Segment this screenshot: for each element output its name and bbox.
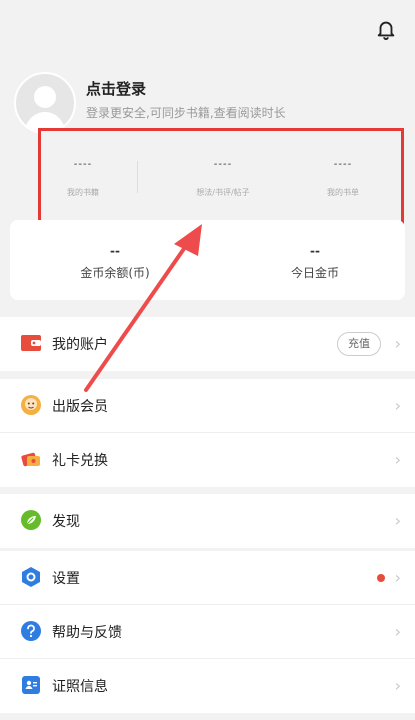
wallet-icon (21, 335, 41, 351)
avatar[interactable] (14, 72, 76, 134)
member-avatar-icon (21, 395, 41, 415)
settings-card: 设置 › 帮助与反馈 › 证照信息 › (0, 551, 415, 713)
menu-item-discover[interactable]: 发现 › (0, 494, 415, 548)
menu-item-help[interactable]: 帮助与反馈 › (0, 605, 415, 659)
menu-item-settings[interactable]: 设置 › (0, 551, 415, 605)
menu-item-label: 设置 (52, 571, 80, 587)
stat-label: 我的书籍 (67, 188, 99, 197)
menu-item-label: 我的账户 (52, 337, 108, 353)
stat-reviews[interactable]: ---- 想法/书评/帖子 (163, 131, 283, 229)
coin-value: -- (310, 244, 320, 258)
stat-label: 我的书单 (327, 188, 359, 197)
help-icon (21, 621, 41, 641)
chevron-right-icon: › (394, 568, 401, 587)
login-subtitle: 登录更安全,可同步书籍,查看阅读时长 (86, 106, 286, 120)
menu-item-label: 帮助与反馈 (52, 625, 122, 641)
menu-item-giftcard[interactable]: 礼卡兑换 › (0, 433, 415, 487)
stat-value: ---- (213, 159, 233, 170)
stat-value: ---- (73, 159, 93, 170)
chevron-right-icon: › (394, 622, 401, 641)
menu-item-account[interactable]: 我的账户 充值 › (0, 317, 415, 371)
coin-balance[interactable]: -- 金币余额(币) (20, 220, 210, 300)
menu-item-label: 礼卡兑换 (52, 453, 108, 469)
stat-label: 想法/书评/帖子 (196, 188, 250, 197)
notification-dot (377, 574, 385, 582)
coin-today[interactable]: -- 今日金币 (220, 220, 410, 300)
menu-item-publish-member[interactable]: 出版会员 › (0, 379, 415, 433)
bell-icon[interactable] (375, 18, 397, 40)
chevron-right-icon: › (394, 396, 401, 415)
top-bar (0, 0, 415, 60)
menu-item-label: 证照信息 (52, 679, 108, 695)
leaf-icon (21, 510, 41, 530)
settings-hexagon-icon (22, 567, 40, 587)
coins-panel: -- 金币余额(币) -- 今日金币 (10, 220, 405, 300)
account-card: 我的账户 充值 › (0, 317, 415, 371)
chevron-right-icon: › (394, 676, 401, 695)
stat-value: ---- (333, 159, 353, 170)
membership-card: 出版会员 › 礼卡兑换 › (0, 379, 415, 487)
chevron-right-icon: › (394, 450, 401, 469)
coin-value: -- (110, 244, 120, 258)
recharge-button[interactable]: 充值 (337, 332, 381, 356)
login-title[interactable]: 点击登录 (86, 78, 146, 99)
chevron-right-icon: › (394, 511, 401, 530)
menu-item-license[interactable]: 证照信息 › (0, 659, 415, 713)
stat-my-books[interactable]: ---- 我的书籍 (23, 131, 143, 229)
menu-item-label: 发现 (52, 514, 80, 530)
coin-label: 金币余额(币) (80, 266, 150, 280)
menu-item-label: 出版会员 (52, 399, 108, 415)
gift-card-icon (21, 452, 40, 467)
discover-card: 发现 › (0, 494, 415, 548)
stat-divider (137, 161, 138, 193)
reading-stats-highlight: ---- 我的书籍 ---- 想法/书评/帖子 ---- 我的书单 (38, 128, 404, 232)
coin-label: 今日金币 (290, 266, 339, 280)
license-icon (22, 676, 40, 694)
stat-booklists[interactable]: ---- 我的书单 (283, 131, 403, 229)
chevron-right-icon: › (394, 334, 401, 353)
